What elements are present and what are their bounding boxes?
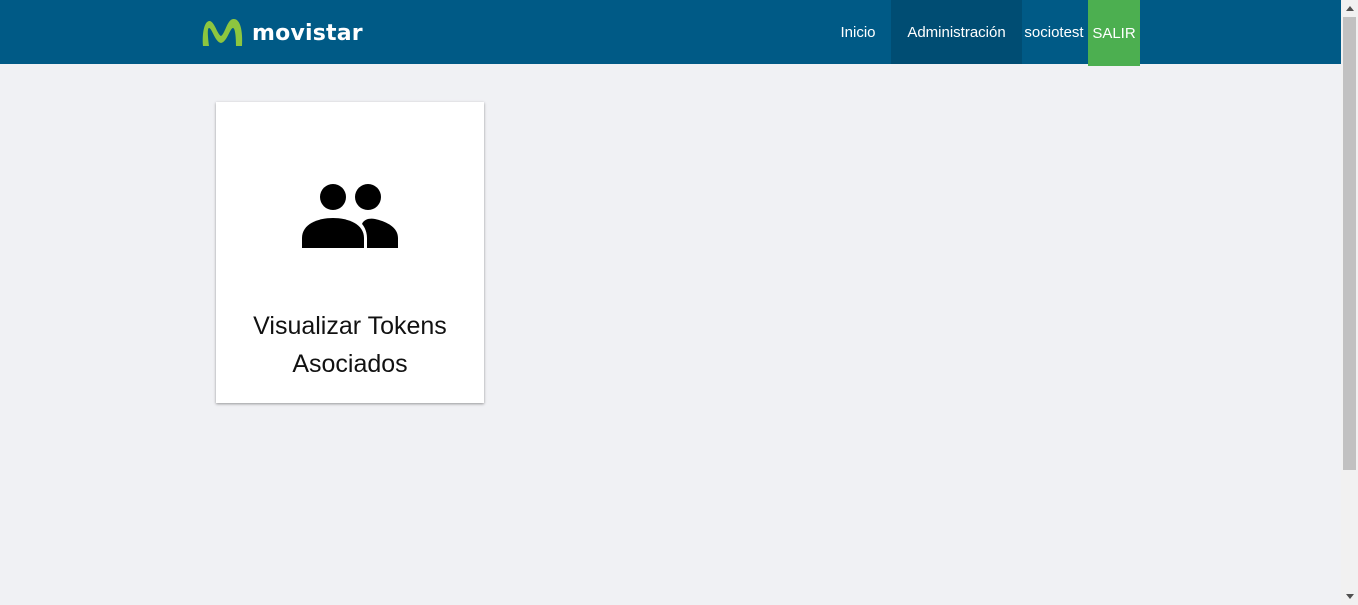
logout-button[interactable]: SALIR (1088, 0, 1140, 66)
page: movistar Inicio Administración sociotest… (0, 0, 1341, 605)
visualizar-tokens-card[interactable]: Visualizar Tokens Asociados (216, 102, 484, 403)
nav-administracion[interactable]: Administración (891, 0, 1022, 64)
movistar-logo[interactable]: movistar (200, 15, 363, 51)
people-icon (302, 184, 398, 248)
vertical-scrollbar[interactable] (1341, 0, 1358, 605)
movistar-m-icon (202, 18, 243, 46)
scrollbar-thumb[interactable] (1343, 17, 1356, 470)
card-title: Visualizar Tokens Asociados (253, 312, 447, 378)
nav-inicio[interactable]: Inicio (826, 0, 890, 64)
top-navbar: movistar Inicio Administración sociotest… (0, 0, 1341, 66)
scroll-down-arrow-icon[interactable] (1341, 588, 1358, 605)
username-label: sociotest (1024, 23, 1084, 41)
logo-text: movistar (252, 20, 363, 46)
scroll-up-arrow-icon[interactable] (1341, 0, 1358, 17)
